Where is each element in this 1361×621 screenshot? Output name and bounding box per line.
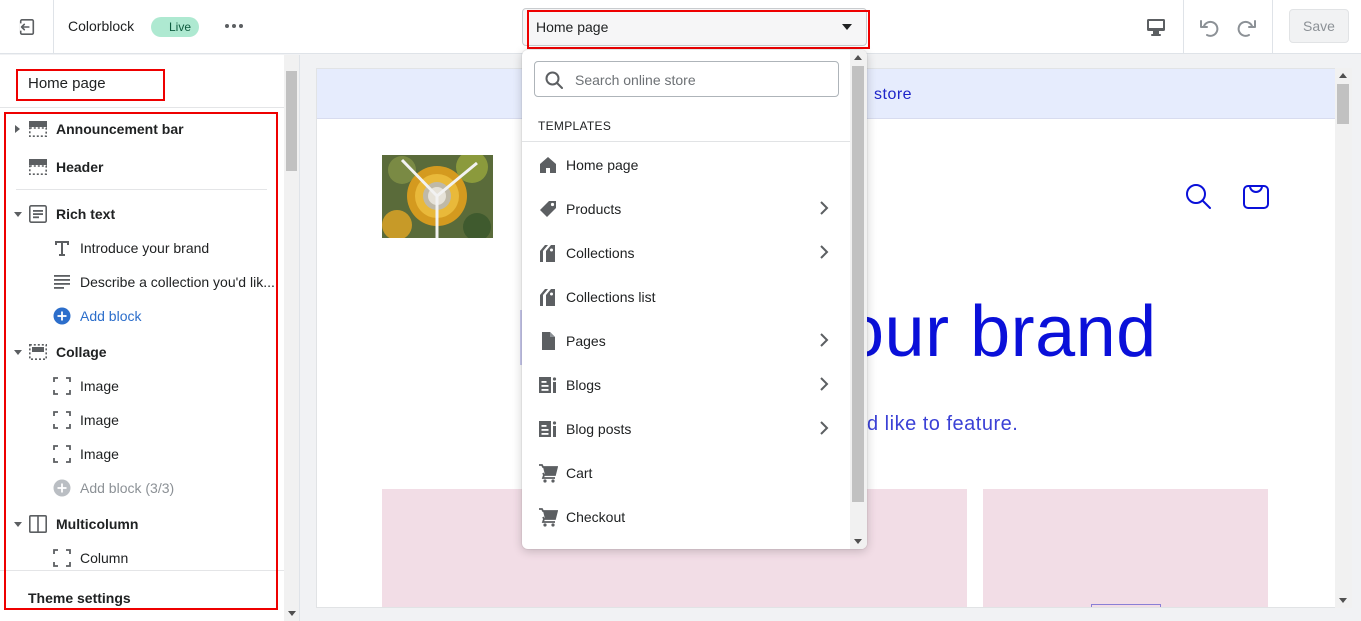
cart-icon	[539, 464, 558, 483]
templates-heading: TEMPLATES	[538, 119, 612, 133]
template-collections-list[interactable]: Collections list	[522, 274, 850, 318]
annotation-highlight-title	[16, 69, 165, 101]
blog-post-icon	[539, 421, 557, 437]
more-actions-button[interactable]	[222, 15, 246, 37]
scrollbar-thumb[interactable]	[1337, 84, 1349, 124]
template-checkout[interactable]: Checkout	[522, 494, 850, 538]
home-icon	[540, 157, 556, 173]
toolbar-divider	[1183, 0, 1184, 54]
toolbar-divider	[1272, 0, 1273, 54]
scrollbar-thumb[interactable]	[852, 66, 864, 502]
collections-list-icon	[540, 289, 555, 306]
chevron-right-icon	[820, 377, 829, 391]
sidebar-divider	[0, 107, 284, 108]
collections-icon	[540, 245, 555, 262]
preview-scrollbar[interactable]	[1335, 68, 1352, 608]
checkout-icon	[539, 508, 558, 527]
tag-icon	[540, 201, 556, 217]
chevron-right-icon	[820, 333, 829, 347]
chevron-right-icon	[820, 201, 829, 215]
chevron-right-icon	[820, 421, 829, 435]
preview-cart-icon[interactable]	[1241, 180, 1271, 210]
template-label: Pages	[566, 333, 606, 349]
page-icon	[542, 332, 555, 350]
template-home-page[interactable]: Home page	[522, 142, 850, 186]
template-blogs[interactable]: Blogs	[522, 362, 850, 406]
page-template-dropdown: Search online store TEMPLATES Home page …	[522, 50, 867, 549]
scroll-up-arrow-icon[interactable]	[1339, 73, 1347, 78]
hero-subheading: d like to feature.	[867, 413, 1019, 435]
chevron-right-icon	[820, 245, 829, 259]
device-preview-button[interactable]	[1140, 14, 1172, 40]
template-label: Checkout	[566, 509, 626, 525]
search-online-store-input[interactable]: Search online store	[534, 61, 839, 97]
template-collections[interactable]: Collections	[522, 230, 850, 274]
scroll-down-arrow-icon[interactable]	[288, 611, 296, 616]
redo-icon	[1237, 20, 1256, 37]
collage-tile[interactable]	[983, 489, 1268, 607]
sections-sidebar: Home page Announcement bar Header Rich t…	[0, 55, 300, 621]
more-horizontal-icon	[225, 24, 243, 28]
template-pages[interactable]: Pages	[522, 318, 850, 362]
live-status-badge: Live	[151, 17, 200, 37]
announcement-text: store	[874, 86, 913, 103]
logo-photo-icon	[382, 155, 493, 238]
live-badge-label: Live	[169, 20, 192, 34]
template-label: Cart	[566, 465, 593, 481]
store-logo-image[interactable]	[382, 155, 493, 238]
search-placeholder: Search online store	[575, 72, 696, 88]
scroll-down-arrow-icon[interactable]	[854, 539, 862, 544]
template-label: Blog posts	[566, 421, 632, 437]
save-button[interactable]: Save	[1289, 9, 1349, 43]
desktop-icon	[1147, 19, 1165, 36]
template-label: Home page	[566, 157, 639, 173]
sidebar-scrollbar[interactable]	[284, 55, 299, 621]
annotation-highlight-page-select	[527, 10, 870, 49]
search-icon	[545, 71, 563, 89]
template-label: Collections	[566, 245, 635, 261]
hero-heading: our brand	[844, 292, 1157, 372]
template-blog-posts[interactable]: Blog posts	[522, 406, 850, 450]
undo-button[interactable]	[1197, 14, 1223, 40]
preview-search-icon[interactable]	[1184, 182, 1212, 210]
theme-name: Colorblock	[68, 18, 135, 34]
exit-button[interactable]	[0, 0, 54, 54]
exit-icon	[19, 18, 34, 36]
scroll-down-arrow-icon[interactable]	[1339, 598, 1347, 603]
annotation-highlight-sections	[4, 112, 278, 610]
dropdown-scrollbar[interactable]	[850, 50, 867, 549]
template-products[interactable]: Products	[522, 186, 850, 230]
scroll-up-arrow-icon[interactable]	[854, 55, 862, 60]
blog-icon	[539, 377, 557, 393]
scrollbar-thumb[interactable]	[286, 71, 297, 171]
collage-tile-button[interactable]	[1091, 604, 1161, 607]
template-label: Collections list	[566, 289, 656, 305]
template-cart[interactable]: Cart	[522, 450, 850, 494]
redo-button[interactable]	[1233, 14, 1259, 40]
template-label: Blogs	[566, 377, 602, 393]
undo-icon	[1200, 20, 1219, 37]
template-label: Products	[566, 201, 622, 217]
